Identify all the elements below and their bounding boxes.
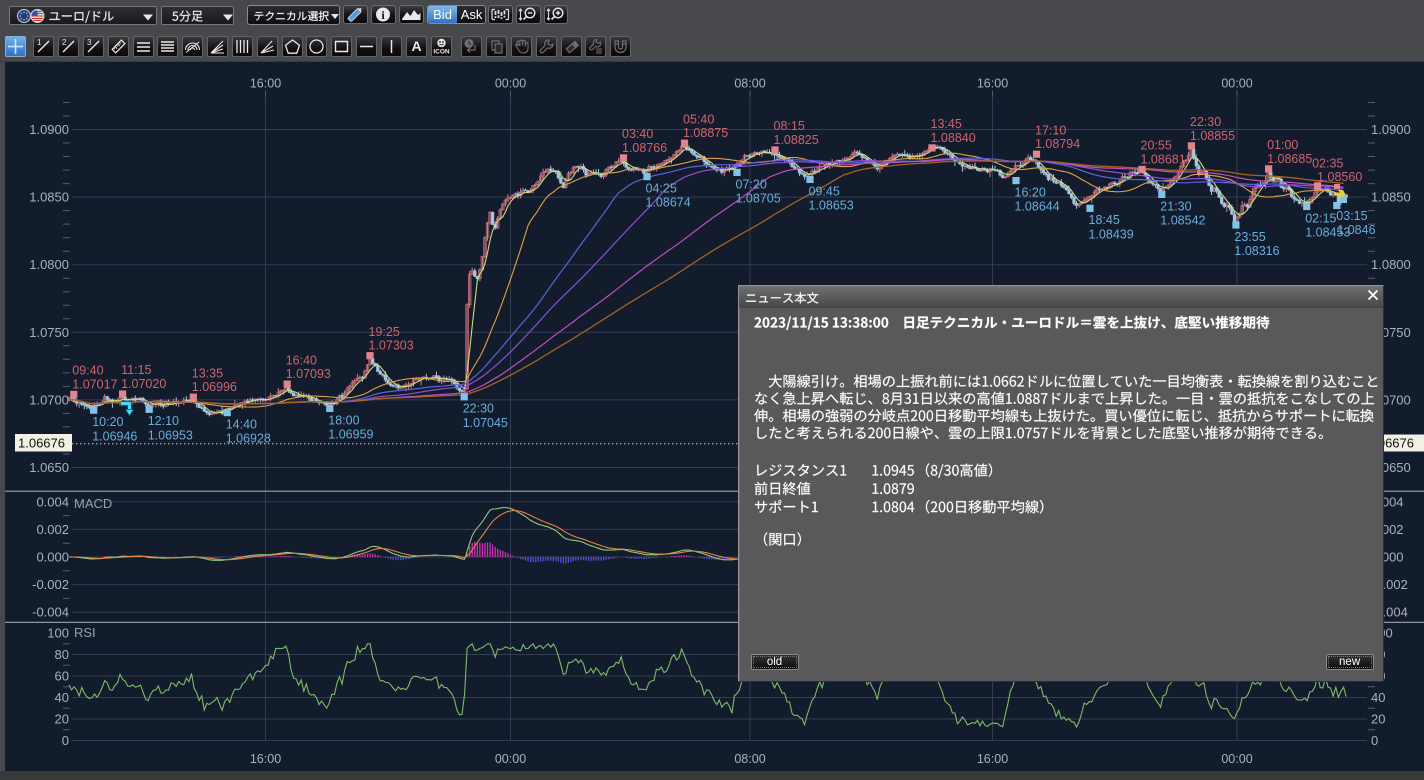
svg-text:13:45: 13:45 (931, 117, 962, 131)
svg-text:16:20: 16:20 (1015, 186, 1046, 200)
svg-text:1.06676: 1.06676 (18, 436, 65, 451)
svg-text:1.08653: 1.08653 (809, 199, 854, 213)
svg-text:01:00: 01:00 (1267, 138, 1298, 152)
svg-text:12:10: 12:10 (148, 414, 179, 428)
svg-text:1.08840: 1.08840 (931, 131, 976, 145)
svg-text:18:45: 18:45 (1089, 213, 1120, 227)
svg-text:1.07303: 1.07303 (369, 339, 414, 353)
svg-text:MACD: MACD (74, 496, 112, 511)
svg-text:08:15: 08:15 (774, 119, 805, 133)
svg-text:16:00: 16:00 (250, 752, 281, 766)
svg-text:1.06959: 1.06959 (328, 428, 373, 442)
svg-text:1.06946: 1.06946 (92, 429, 137, 443)
svg-text:1.08825: 1.08825 (774, 133, 819, 147)
svg-text:00:00: 00:00 (495, 752, 526, 766)
svg-text:-0.002: -0.002 (32, 577, 69, 592)
svg-text:09:40: 09:40 (72, 364, 103, 378)
svg-text:20: 20 (1371, 712, 1385, 727)
svg-text:16:40: 16:40 (286, 353, 317, 367)
svg-text:00:00: 00:00 (1221, 77, 1252, 91)
svg-text:05:40: 05:40 (683, 112, 714, 126)
svg-text:2: 2 (62, 38, 67, 47)
svg-text:1.0900: 1.0900 (29, 122, 69, 137)
svg-text:23:55: 23:55 (1234, 230, 1265, 244)
svg-text:13:35: 13:35 (192, 366, 223, 380)
svg-text:22:30: 22:30 (463, 402, 494, 416)
svg-text:3: 3 (87, 38, 92, 47)
svg-text:1.08705: 1.08705 (736, 191, 781, 205)
svg-text:0.000: 0.000 (36, 550, 69, 565)
svg-text:RSI: RSI (74, 625, 96, 640)
svg-text:1.0700: 1.0700 (29, 392, 69, 407)
svg-text:16:00: 16:00 (250, 77, 281, 91)
svg-text:1.0800: 1.0800 (29, 257, 69, 272)
svg-text:ICON: ICON (433, 48, 450, 55)
svg-text:1.0850: 1.0850 (1371, 190, 1411, 205)
svg-text:1.0850: 1.0850 (29, 190, 69, 205)
svg-text:1.07020: 1.07020 (121, 377, 166, 391)
svg-text:0: 0 (62, 733, 69, 748)
svg-text:1.07017: 1.07017 (72, 377, 117, 391)
svg-text:100: 100 (47, 626, 69, 641)
svg-text:1.08439: 1.08439 (1089, 227, 1134, 241)
svg-text:11:15: 11:15 (121, 363, 151, 377)
svg-text:07:20: 07:20 (736, 177, 767, 191)
svg-text:1.06996: 1.06996 (192, 380, 237, 394)
svg-text:1.08560: 1.08560 (1317, 170, 1362, 184)
svg-text:1.08766: 1.08766 (622, 141, 667, 155)
svg-text:1.0800: 1.0800 (1371, 257, 1411, 272)
svg-text:10:20: 10:20 (92, 415, 123, 429)
svg-text:1.08674: 1.08674 (646, 196, 691, 210)
svg-text:0.004: 0.004 (36, 494, 69, 509)
svg-text:1.08685: 1.08685 (1267, 152, 1312, 166)
svg-text:22:30: 22:30 (1190, 115, 1221, 129)
svg-text:60: 60 (55, 669, 69, 684)
svg-text:20: 20 (55, 712, 69, 727)
svg-text:02:35: 02:35 (1312, 156, 1343, 170)
svg-text:03:15: 03:15 (1336, 209, 1367, 223)
svg-text:1.08794: 1.08794 (1035, 137, 1080, 151)
svg-text:1.07045: 1.07045 (463, 416, 508, 430)
svg-text:20:55: 20:55 (1141, 139, 1172, 153)
svg-text:1.06953: 1.06953 (148, 428, 193, 442)
svg-text:-0.004: -0.004 (32, 605, 69, 620)
svg-text:1.08875: 1.08875 (683, 126, 728, 140)
svg-text:40: 40 (1371, 690, 1385, 705)
svg-text:1.0750: 1.0750 (29, 325, 69, 340)
svg-text:1.08681: 1.08681 (1141, 152, 1186, 166)
svg-text:00:00: 00:00 (495, 77, 526, 91)
svg-text:02:15: 02:15 (1305, 211, 1336, 225)
svg-text:1.0650: 1.0650 (29, 460, 69, 475)
svg-text:03:40: 03:40 (622, 127, 653, 141)
svg-text:17:10: 17:10 (1035, 123, 1066, 137)
svg-text:04:25: 04:25 (646, 181, 677, 195)
svg-text:1.08316: 1.08316 (1234, 244, 1279, 258)
svg-text:14:40: 14:40 (226, 418, 257, 432)
svg-text:1.0900: 1.0900 (1371, 122, 1411, 137)
svg-text:1.0846: 1.0846 (1337, 223, 1375, 237)
svg-text:08:00: 08:00 (734, 77, 765, 91)
svg-text:18:00: 18:00 (328, 413, 359, 427)
svg-text:1.07093: 1.07093 (286, 367, 331, 381)
svg-text:80: 80 (55, 647, 69, 662)
svg-text:19:25: 19:25 (369, 325, 400, 339)
svg-text:00:00: 00:00 (1221, 752, 1252, 766)
svg-text:16:00: 16:00 (977, 752, 1008, 766)
svg-text:1.08855: 1.08855 (1190, 129, 1235, 143)
svg-text:0.002: 0.002 (36, 522, 69, 537)
svg-text:09:45: 09:45 (809, 184, 840, 198)
svg-text:08:00: 08:00 (734, 752, 765, 766)
svg-text:A: A (411, 38, 421, 54)
svg-text:21:30: 21:30 (1160, 199, 1191, 213)
svg-text:1.08542: 1.08542 (1160, 214, 1205, 228)
svg-text:40: 40 (55, 690, 69, 705)
svg-text:1: 1 (37, 38, 42, 47)
svg-text:16:00: 16:00 (977, 77, 1008, 91)
svg-text:1.06928: 1.06928 (226, 432, 271, 446)
svg-text:0: 0 (1371, 733, 1378, 748)
svg-text:1.08644: 1.08644 (1015, 200, 1060, 214)
